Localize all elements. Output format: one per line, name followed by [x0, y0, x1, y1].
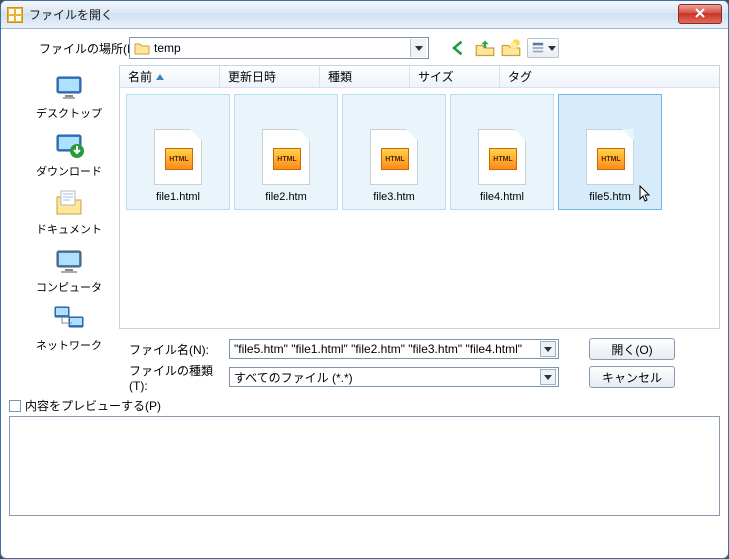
filename-form: ファイル名(N): "file5.htm" "file1.html" "file…	[129, 337, 720, 389]
location-value: temp	[154, 41, 410, 55]
filename-label: ファイル名(N):	[129, 341, 229, 358]
filename-combo[interactable]: "file5.htm" "file1.html" "file2.htm" "fi…	[229, 339, 559, 359]
sidebar-item-downloads[interactable]: ダウンロード	[36, 129, 102, 179]
new-folder-button[interactable]	[501, 38, 521, 58]
location-drop-icon[interactable]	[410, 39, 426, 57]
sidebar-item-label: ドキュメント	[36, 221, 102, 237]
column-type[interactable]: 種類	[320, 66, 410, 87]
filetype-drop-icon[interactable]	[540, 369, 556, 385]
column-tag[interactable]: タグ	[500, 66, 719, 87]
preview-pane	[9, 416, 720, 516]
mouse-cursor-icon	[639, 185, 653, 203]
preview-checkbox[interactable]	[9, 400, 21, 412]
filetype-value: すべてのファイル (*.*)	[234, 369, 540, 386]
column-headers: 名前 更新日時 種類 サイズ タグ	[120, 66, 719, 88]
dialog-body: ファイルの場所(I): temp	[9, 35, 720, 550]
file-tile[interactable]: HTML file5.htm	[558, 94, 662, 210]
sidebar-item-label: ネットワーク	[36, 337, 102, 353]
downloads-icon	[53, 129, 85, 161]
open-button[interactable]: 開く(O)	[589, 338, 675, 360]
cancel-button[interactable]: キャンセル	[589, 366, 675, 388]
app-icon	[7, 7, 23, 23]
sidebar-item-documents[interactable]: ドキュメント	[36, 187, 102, 237]
file-tile[interactable]: HTML file1.html	[126, 94, 230, 210]
file-label: file2.htm	[265, 191, 307, 203]
column-size[interactable]: サイズ	[410, 66, 500, 87]
column-tag-label: タグ	[508, 68, 532, 85]
preview-block: 内容をプレビューする(P)	[9, 397, 720, 516]
html-file-icon: HTML	[478, 129, 526, 185]
folder-icon	[134, 40, 150, 56]
filename-row: ファイル名(N): "file5.htm" "file1.html" "file…	[129, 337, 720, 361]
sidebar-item-computer[interactable]: コンピュータ	[36, 245, 102, 295]
sort-asc-icon	[156, 74, 164, 80]
back-button[interactable]	[449, 38, 469, 58]
file-label: file1.html	[156, 191, 200, 203]
open-file-dialog: ファイルを開く ファイルの場所(I): temp	[0, 0, 729, 559]
window-title: ファイルを開く	[29, 6, 113, 23]
filetype-row: ファイルの種類(T): すべてのファイル (*.*) キャンセル	[129, 365, 720, 389]
titlebar: ファイルを開く	[1, 1, 728, 29]
location-label: ファイルの場所(I):	[39, 40, 129, 57]
file-tile[interactable]: HTML file4.html	[450, 94, 554, 210]
cancel-button-label: キャンセル	[602, 369, 662, 386]
file-list-area: 名前 更新日時 種類 サイズ タグ HTML file1.html HTML	[119, 65, 720, 329]
file-label: file3.htm	[373, 191, 415, 203]
filetype-label: ファイルの種類(T):	[129, 362, 229, 393]
filename-drop-icon[interactable]	[540, 341, 556, 357]
html-file-icon: HTML	[586, 129, 634, 185]
html-file-icon: HTML	[262, 129, 310, 185]
location-combo[interactable]: temp	[129, 37, 429, 59]
location-row: ファイルの場所(I): temp	[9, 35, 720, 61]
column-name[interactable]: 名前	[120, 66, 220, 87]
documents-icon	[53, 187, 85, 219]
html-file-icon: HTML	[154, 129, 202, 185]
computer-icon	[53, 245, 85, 277]
preview-checkbox-row: 内容をプレビューする(P)	[9, 397, 720, 414]
close-icon	[695, 7, 705, 21]
html-file-icon: HTML	[370, 129, 418, 185]
close-button[interactable]	[678, 4, 722, 24]
open-button-label: 開く(O)	[611, 341, 652, 358]
column-type-label: 種類	[328, 68, 352, 85]
filename-value: "file5.htm" "file1.html" "file2.htm" "fi…	[234, 342, 540, 356]
column-date-label: 更新日時	[228, 68, 276, 85]
column-name-label: 名前	[128, 68, 152, 85]
network-icon	[53, 303, 85, 335]
main-area: デスクトップ ダウンロード ドキュメント コンピュータ ネットワーク	[19, 65, 720, 329]
sidebar-item-label: コンピュータ	[36, 279, 102, 295]
sidebar-item-label: デスクトップ	[36, 105, 102, 121]
view-menu-button[interactable]	[527, 38, 559, 58]
desktop-icon	[53, 71, 85, 103]
sidebar-item-label: ダウンロード	[36, 163, 102, 179]
sidebar-item-network[interactable]: ネットワーク	[36, 303, 102, 353]
file-label: file4.html	[480, 191, 524, 203]
files-container: HTML file1.html HTML file2.htm HTML file…	[120, 88, 719, 328]
file-tile[interactable]: HTML file3.htm	[342, 94, 446, 210]
preview-label: 内容をプレビューする(P)	[25, 397, 161, 414]
nav-toolbar	[449, 38, 559, 58]
sidebar-item-desktop[interactable]: デスクトップ	[36, 71, 102, 121]
column-size-label: サイズ	[418, 68, 454, 85]
column-date[interactable]: 更新日時	[220, 66, 320, 87]
file-label: file5.htm	[589, 191, 631, 203]
filetype-combo[interactable]: すべてのファイル (*.*)	[229, 367, 559, 387]
file-tile[interactable]: HTML file2.htm	[234, 94, 338, 210]
places-sidebar: デスクトップ ダウンロード ドキュメント コンピュータ ネットワーク	[19, 65, 119, 329]
up-one-level-button[interactable]	[475, 38, 495, 58]
